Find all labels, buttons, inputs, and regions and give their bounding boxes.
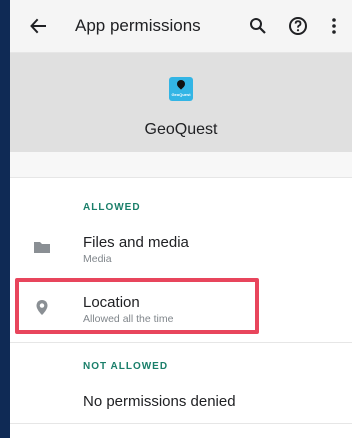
divider bbox=[10, 177, 352, 178]
permission-title: Files and media bbox=[83, 234, 189, 251]
divider bbox=[10, 342, 352, 343]
header-spacer bbox=[10, 152, 352, 177]
help-icon[interactable] bbox=[284, 12, 312, 40]
page-title: App permissions bbox=[75, 16, 201, 35]
highlight-box bbox=[15, 278, 259, 334]
app-name: GeoQuest bbox=[144, 121, 218, 138]
more-vert-icon[interactable] bbox=[320, 12, 348, 40]
arrow-back-icon[interactable] bbox=[24, 12, 52, 40]
permission-row-files-media[interactable]: Files and media Media bbox=[10, 220, 352, 276]
folder-icon bbox=[32, 237, 52, 257]
app-permissions-screen: App permissions GeoQuest GeoQuest ALLOWE… bbox=[10, 0, 352, 438]
not-allowed-section-label: NOT ALLOWED bbox=[83, 361, 169, 372]
no-permissions-denied-text: No permissions denied bbox=[83, 393, 236, 410]
permission-subtitle: Media bbox=[83, 253, 112, 265]
divider bbox=[10, 423, 352, 424]
app-bar: App permissions bbox=[10, 0, 352, 53]
search-icon[interactable] bbox=[244, 12, 272, 40]
allowed-section-label: ALLOWED bbox=[83, 202, 141, 213]
pin-icon bbox=[175, 78, 187, 90]
app-icon: GeoQuest bbox=[169, 77, 193, 101]
app-icon-label: GeoQuest bbox=[171, 92, 191, 97]
